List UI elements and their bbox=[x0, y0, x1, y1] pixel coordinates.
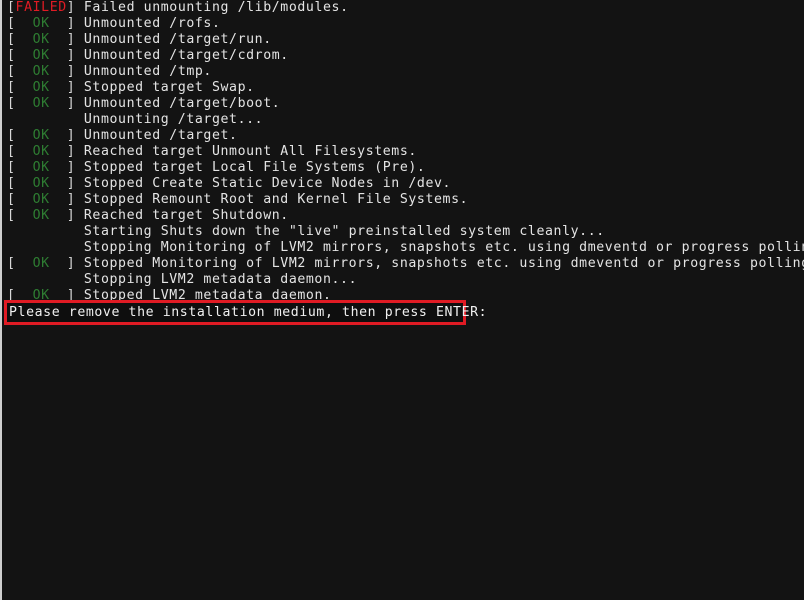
log-message: Stopped target Local File Systems (Pre). bbox=[75, 160, 426, 175]
log-status-bracket-open: [ bbox=[7, 48, 16, 63]
log-status-none bbox=[7, 224, 75, 239]
boot-log-line: Stopping LVM2 metadata daemon... bbox=[2, 272, 804, 288]
log-status-none bbox=[7, 240, 75, 255]
boot-log-line: [ OK ] Unmounted /rofs. bbox=[2, 16, 804, 32]
log-message: Stopping LVM2 metadata daemon... bbox=[75, 272, 358, 287]
log-status-ok-badge: [ OK ] bbox=[7, 48, 75, 63]
log-message: Stopped Create Static Device Nodes in /d… bbox=[75, 176, 452, 191]
log-message: Stopping Monitoring of LVM2 mirrors, sna… bbox=[75, 240, 804, 255]
log-status-ok-badge: [ OK ] bbox=[7, 64, 75, 79]
log-status-label: OK bbox=[15, 208, 67, 223]
log-message: Unmounted /target. bbox=[75, 128, 238, 143]
log-status-ok-badge: [ OK ] bbox=[7, 176, 75, 191]
log-status-label: FAILED bbox=[15, 0, 67, 15]
log-status-bracket-open: [ bbox=[7, 32, 16, 47]
log-status-label: OK bbox=[15, 192, 67, 207]
log-status-bracket-open: [ bbox=[7, 176, 16, 191]
log-message: Reached target Unmount All Filesystems. bbox=[75, 144, 417, 159]
log-status-bracket-open: [ bbox=[7, 208, 16, 223]
boot-log-line: [ OK ] Reached target Shutdown. bbox=[2, 208, 804, 224]
log-status-label: OK bbox=[15, 96, 67, 111]
log-message: Stopped target Swap. bbox=[75, 80, 255, 95]
log-status-bracket-open: [ bbox=[7, 192, 16, 207]
log-message: Starting Shuts down the "live" preinstal… bbox=[75, 224, 605, 239]
boot-log-line: Stopping Monitoring of LVM2 mirrors, sna… bbox=[2, 240, 804, 256]
log-status-bracket-open: [ bbox=[7, 80, 16, 95]
log-status-label: OK bbox=[15, 32, 67, 47]
log-status-failed-badge: [FAILED] bbox=[7, 0, 75, 15]
log-message: Unmounting /target... bbox=[75, 112, 264, 127]
log-status-bracket-open: [ bbox=[7, 256, 16, 271]
log-status-ok-badge: [ OK ] bbox=[7, 16, 75, 31]
log-status-label: OK bbox=[15, 48, 67, 63]
boot-console-screen: [FAILED] Failed unmounting /lib/modules.… bbox=[0, 0, 804, 600]
remove-medium-prompt-text: Please remove the installation medium, t… bbox=[9, 304, 488, 320]
log-status-label: OK bbox=[15, 16, 67, 31]
boot-log-line: [ OK ] Unmounted /tmp. bbox=[2, 64, 804, 80]
log-status-bracket-open: [ bbox=[7, 64, 16, 79]
boot-log-line: [ OK ] Unmounted /target/cdrom. bbox=[2, 48, 804, 64]
log-status-ok-badge: [ OK ] bbox=[7, 96, 75, 111]
log-status-label: OK bbox=[15, 144, 67, 159]
log-message: Unmounted /target/boot. bbox=[75, 96, 281, 111]
boot-log-line: [FAILED] Failed unmounting /lib/modules. bbox=[2, 0, 804, 16]
log-status-bracket-open: [ bbox=[7, 144, 16, 159]
log-status-bracket-open: [ bbox=[7, 128, 16, 143]
log-message: Unmounted /target/cdrom. bbox=[75, 48, 289, 63]
log-status-label: OK bbox=[15, 176, 67, 191]
log-status-ok-badge: [ OK ] bbox=[7, 80, 75, 95]
boot-log-line: [ OK ] Stopped Create Static Device Node… bbox=[2, 176, 804, 192]
boot-log-list: [FAILED] Failed unmounting /lib/modules.… bbox=[2, 0, 804, 304]
boot-log-line: [ OK ] Stopped target Local File Systems… bbox=[2, 160, 804, 176]
log-status-bracket-open: [ bbox=[7, 96, 16, 111]
log-status-ok-badge: [ OK ] bbox=[7, 208, 75, 223]
boot-log-line: [ OK ] Reached target Unmount All Filesy… bbox=[2, 144, 804, 160]
boot-log-line: [ OK ] Unmounted /target/run. bbox=[2, 32, 804, 48]
log-status-label: OK bbox=[15, 256, 67, 271]
log-message: Failed unmounting /lib/modules. bbox=[75, 0, 349, 15]
log-message: Unmounted /tmp. bbox=[75, 64, 212, 79]
log-status-label: OK bbox=[15, 64, 67, 79]
log-status-ok-badge: [ OK ] bbox=[7, 192, 75, 207]
log-status-ok-badge: [ OK ] bbox=[7, 128, 75, 143]
boot-log-line: Unmounting /target... bbox=[2, 112, 804, 128]
log-status-ok-badge: [ OK ] bbox=[7, 256, 75, 271]
log-message: Unmounted /rofs. bbox=[75, 16, 221, 31]
log-message: Stopped Remount Root and Kernel File Sys… bbox=[75, 192, 469, 207]
log-message: Reached target Shutdown. bbox=[75, 208, 289, 223]
boot-log-line: Starting Shuts down the "live" preinstal… bbox=[2, 224, 804, 240]
log-status-bracket-open: [ bbox=[7, 16, 16, 31]
log-message: Stopped Monitoring of LVM2 mirrors, snap… bbox=[75, 256, 804, 271]
log-status-label: OK bbox=[15, 80, 67, 95]
log-status-none bbox=[7, 112, 75, 127]
boot-log-line: [ OK ] Unmounted /target. bbox=[2, 128, 804, 144]
boot-log-line: [ OK ] Unmounted /target/boot. bbox=[2, 96, 804, 112]
boot-log-line: [ OK ] Stopped Remount Root and Kernel F… bbox=[2, 192, 804, 208]
log-status-none bbox=[7, 272, 75, 287]
log-status-label: OK bbox=[15, 160, 67, 175]
log-status-bracket-open: [ bbox=[7, 0, 16, 15]
log-message: Unmounted /target/run. bbox=[75, 32, 272, 47]
log-status-bracket-open: [ bbox=[7, 160, 16, 175]
log-status-label: OK bbox=[15, 128, 67, 143]
log-status-ok-badge: [ OK ] bbox=[7, 32, 75, 47]
boot-log-line: [ OK ] Stopped Monitoring of LVM2 mirror… bbox=[2, 256, 804, 272]
remove-medium-prompt-box[interactable]: Please remove the installation medium, t… bbox=[4, 300, 487, 325]
boot-log-line: [ OK ] Stopped target Swap. bbox=[2, 80, 804, 96]
log-status-ok-badge: [ OK ] bbox=[7, 144, 75, 159]
log-status-ok-badge: [ OK ] bbox=[7, 160, 75, 175]
